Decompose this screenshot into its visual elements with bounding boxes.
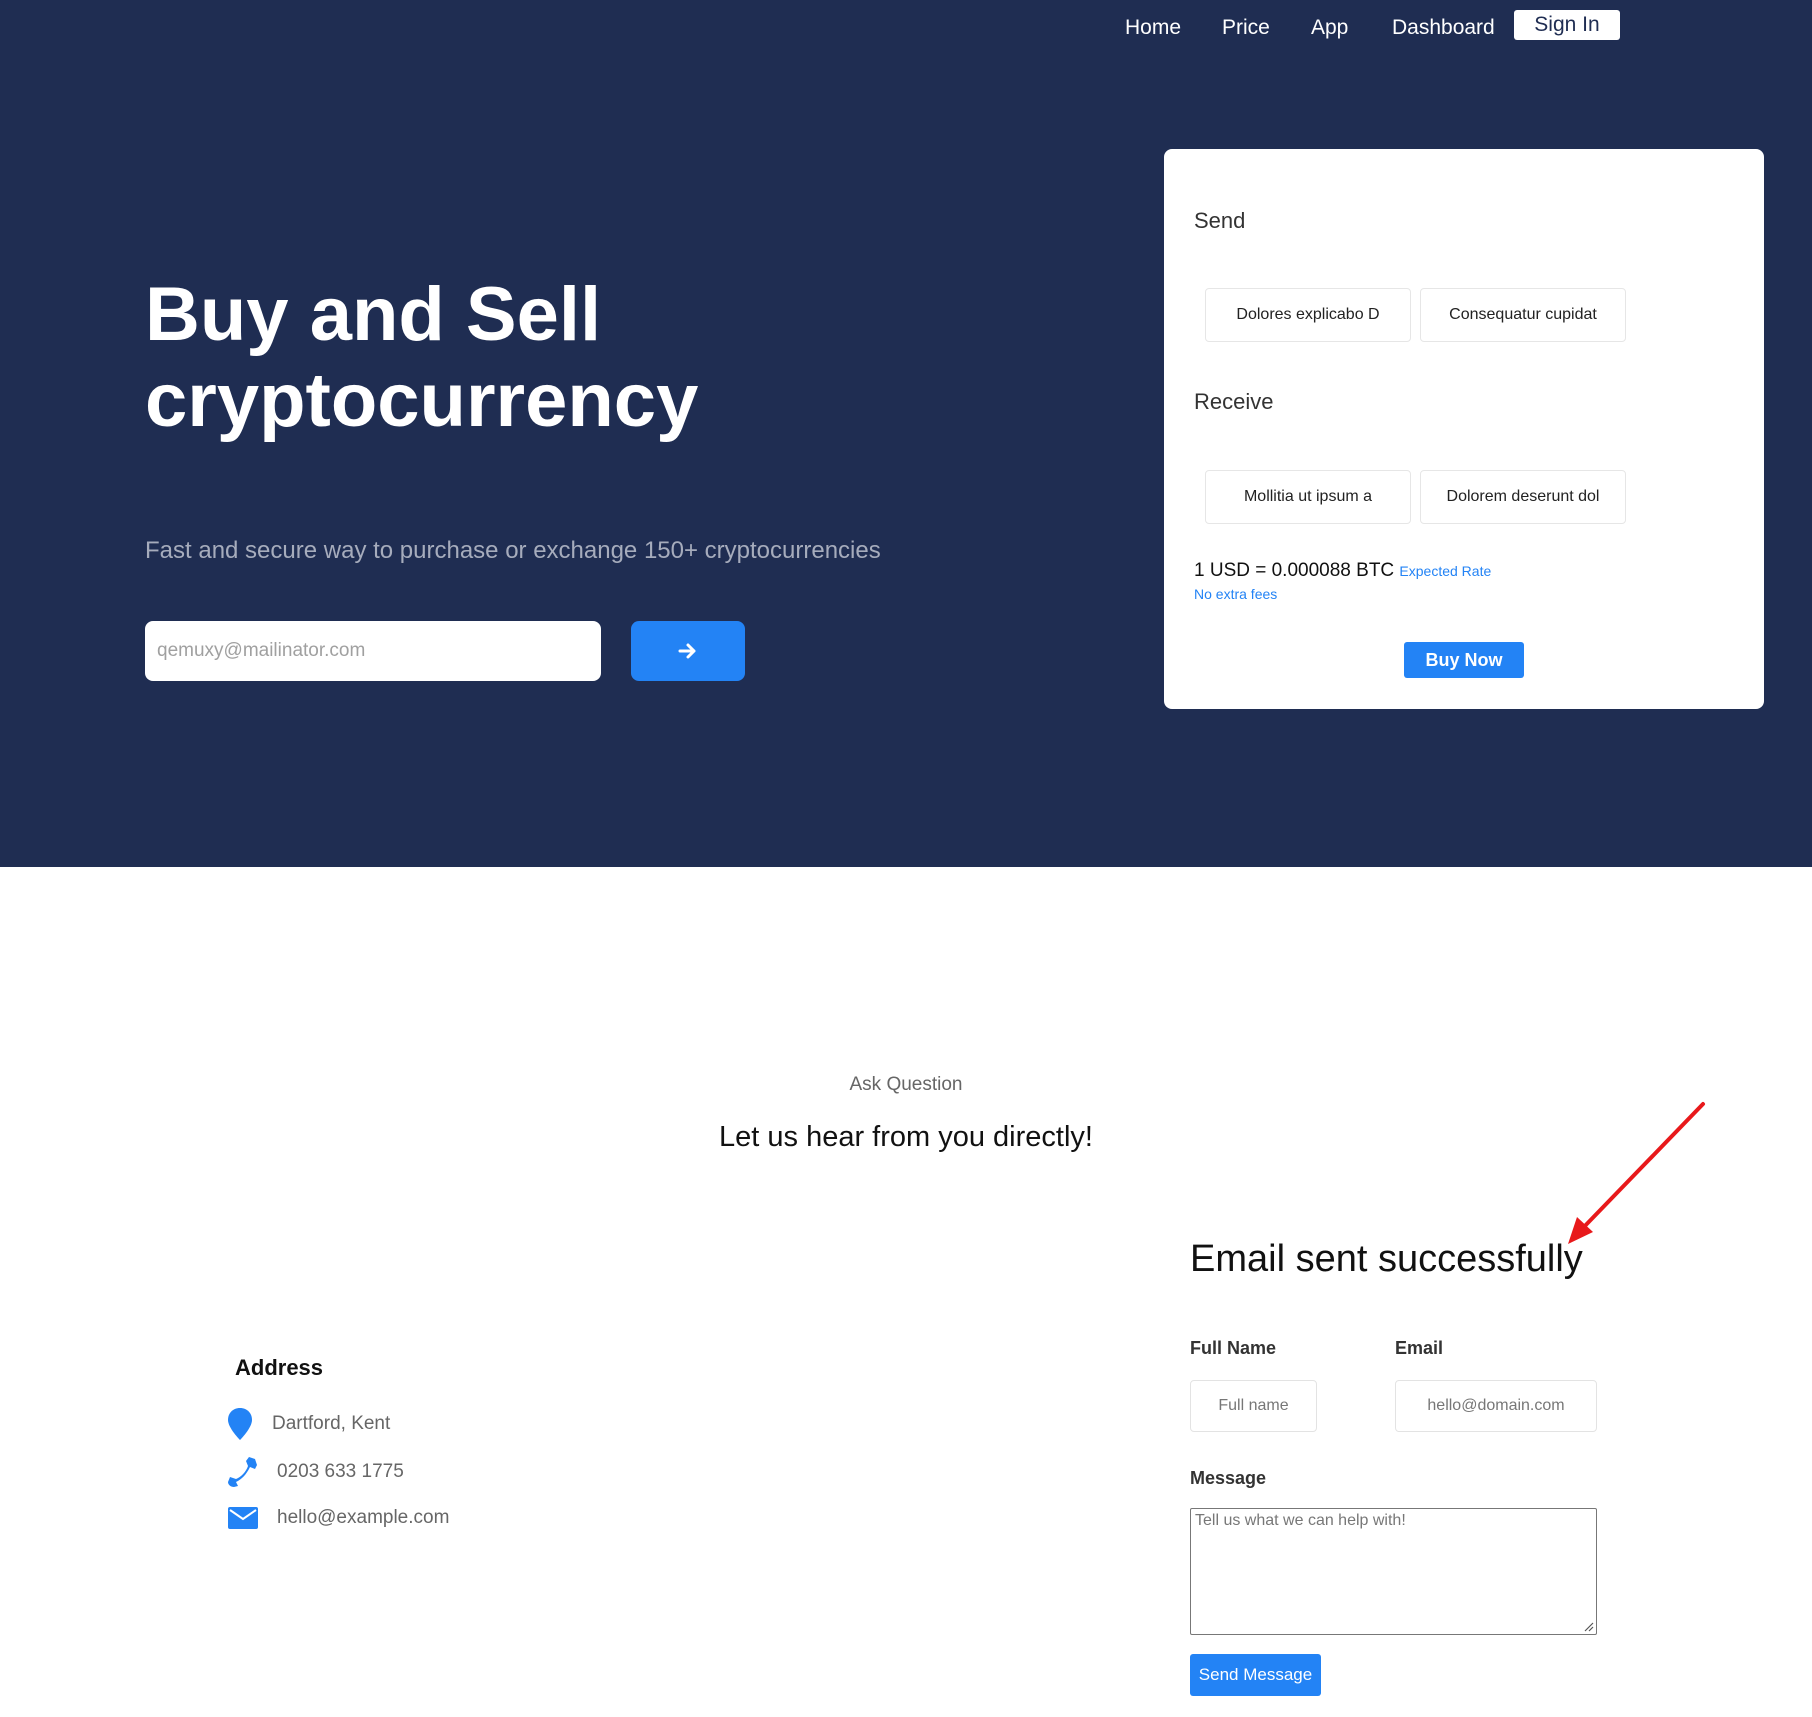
exchange-rate-value: 1 USD = 0.000088 BTC xyxy=(1194,560,1395,581)
nav-app[interactable]: App xyxy=(1311,16,1348,40)
contact-heading: Let us hear from you directly! xyxy=(719,1121,1093,1153)
annotation-arrow-icon xyxy=(1568,1102,1705,1244)
nav-price[interactable]: Price xyxy=(1222,16,1270,40)
send-option-1[interactable]: Dolores explicabo D xyxy=(1205,288,1411,342)
contact-location-text: Dartford, Kent xyxy=(272,1413,391,1434)
send-label: Send xyxy=(1194,208,1246,233)
buy-now-button[interactable]: Buy Now xyxy=(1404,642,1524,678)
envelope-icon xyxy=(228,1507,258,1529)
full-name-input[interactable]: Full name xyxy=(1190,1380,1317,1432)
location-pin-icon xyxy=(228,1408,252,1440)
contact-location: Dartford, Kent xyxy=(228,1408,390,1440)
send-option-2[interactable]: Consequatur cupidat xyxy=(1420,288,1626,342)
resize-handle-icon[interactable] xyxy=(1582,1620,1594,1632)
hero-submit-button[interactable] xyxy=(631,621,745,681)
send-message-button[interactable]: Send Message xyxy=(1190,1654,1321,1696)
nav-home[interactable]: Home xyxy=(1125,16,1181,40)
contact-phone-text: 0203 633 1775 xyxy=(277,1461,404,1482)
hero-section: Home Price App Dashboard Sign In Buy and… xyxy=(0,0,1812,867)
nav-dashboard[interactable]: Dashboard xyxy=(1392,16,1495,40)
contact-eyebrow: Ask Question xyxy=(849,1074,963,1095)
message-label: Message xyxy=(1190,1468,1267,1488)
hero-email-input[interactable]: qemuxy@mailinator.com xyxy=(145,621,601,681)
contact-phone: 0203 633 1775 xyxy=(228,1457,404,1487)
expected-rate-label: Expected Rate xyxy=(1399,563,1492,579)
receive-option-2[interactable]: Dolorem deserunt dol xyxy=(1420,470,1626,524)
message-textarea[interactable]: Tell us what we can help with! xyxy=(1190,1508,1597,1635)
email-label: Email xyxy=(1395,1338,1444,1358)
message-placeholder: Tell us what we can help with! xyxy=(1195,1512,1406,1529)
email-success-message: Email sent successfully xyxy=(1190,1238,1583,1280)
phone-icon xyxy=(228,1457,257,1487)
exchange-card: Send Dolores explicabo D Consequatur cup… xyxy=(1164,149,1764,709)
address-title: Address xyxy=(235,1355,324,1380)
hero-title: Buy and Sell cryptocurrency xyxy=(145,272,699,443)
hero-subtitle: Fast and secure way to purchase or excha… xyxy=(145,537,881,564)
full-name-label: Full Name xyxy=(1190,1338,1277,1358)
receive-option-1[interactable]: Mollitia ut ipsum a xyxy=(1205,470,1411,524)
exchange-rate: 1 USD = 0.000088 BTC Expected Rate xyxy=(1194,560,1491,582)
contact-email: hello@example.com xyxy=(228,1507,449,1529)
fees-note: No extra fees xyxy=(1194,586,1278,602)
contact-email-text: hello@example.com xyxy=(277,1507,450,1528)
receive-label: Receive xyxy=(1194,389,1274,414)
arrow-right-icon xyxy=(678,643,696,659)
email-input[interactable]: hello@domain.com xyxy=(1395,1380,1597,1432)
sign-in-button[interactable]: Sign In xyxy=(1514,10,1620,40)
